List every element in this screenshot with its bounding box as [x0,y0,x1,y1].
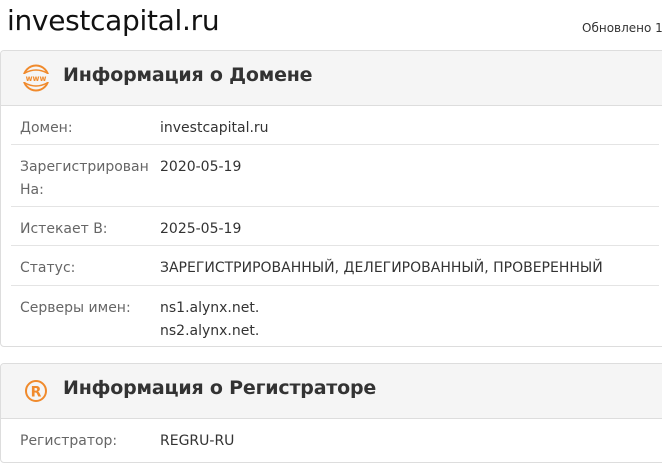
row-value: ЗАРЕГИСТРИРОВАННЫЙ, ДЕЛЕГИРОВАННЫЙ, ПРОВ… [160,260,603,276]
row-value: 2025-05-19 [160,221,242,237]
row-label: Регистратор: [20,433,118,449]
registrar-panel-title: Информация о Регистраторе [63,377,377,399]
row-label: Статус: [20,260,76,276]
registrar-row: Регистратор: REGRU-RU [11,419,659,459]
registrar-panel-header: R Информация о Регистраторе [1,364,662,419]
row-value: 2020-05-19 [160,159,242,175]
www-globe-icon: www [21,64,51,92]
updated-text: Обновлено 1 [582,21,662,35]
domain-panel-title: Информация о Домене [63,64,313,86]
registrar-info-panel: R Информация о Регистраторе Регистратор:… [0,363,662,463]
row-label: Зарегистрирован На: [20,159,149,198]
row-label: Истекает В: [20,221,108,237]
site-title: investcapital.ru [7,4,220,37]
row-value: investcapital.ru [160,120,269,136]
registered-trademark-icon: R [21,377,51,405]
row-value: REGRU-RU [160,433,235,449]
domain-info-panel: www Информация о Домене Домен: investcap… [0,50,662,347]
nameserver-value: ns1.alynx.net. [160,300,260,316]
row-label: Домен: [20,120,73,136]
svg-text:www: www [26,74,47,83]
nameservers-row: Серверы имен: ns1.alynx.net. ns2.alynx.n… [11,286,659,346]
domain-panel-header: www Информация о Домене [1,51,662,106]
row-label: Серверы имен: [20,300,131,316]
svg-text:R: R [31,385,42,401]
nameserver-value: ns2.alynx.net. [160,323,260,339]
registered-row: Зарегистрирован На: 2020-05-19 [11,145,659,207]
row-value: ns1.alynx.net. ns2.alynx.net. [160,297,259,343]
domain-row: Домен: investcapital.ru [11,106,659,145]
expires-row: Истекает В: 2025-05-19 [11,207,659,246]
status-row: Статус: ЗАРЕГИСТРИРОВАННЫЙ, ДЕЛЕГИРОВАНН… [11,246,659,286]
